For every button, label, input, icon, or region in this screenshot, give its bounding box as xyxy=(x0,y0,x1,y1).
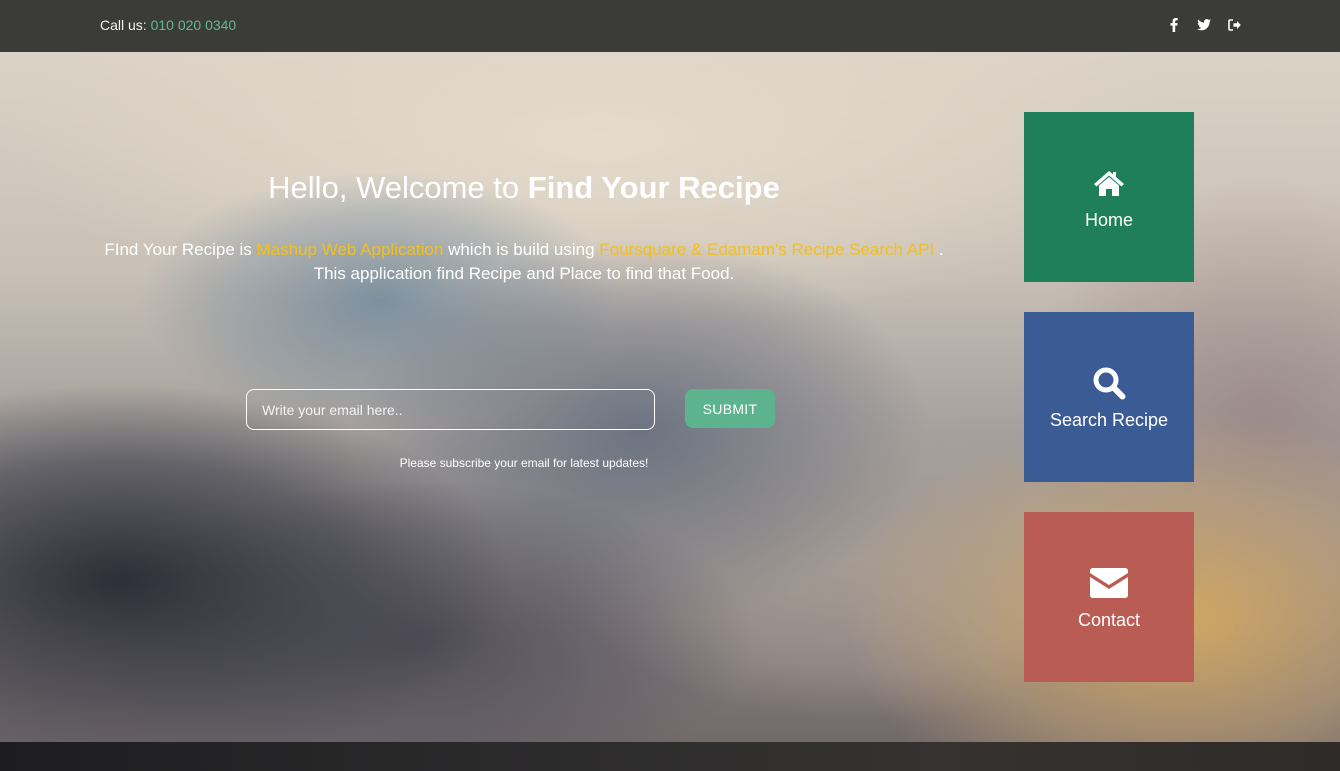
sign-out-icon[interactable] xyxy=(1226,16,1242,34)
tile-search-label: Search Recipe xyxy=(1049,409,1169,430)
page: Call us: 010 020 0340 Hello, Welcome to … xyxy=(0,0,1340,771)
tile-home-label: Home xyxy=(1084,209,1133,230)
hero-title: Hello, Welcome to Find Your Recipe xyxy=(110,170,938,206)
tile-search-recipe[interactable]: Search Recipe xyxy=(1024,312,1194,482)
tile-contact[interactable]: Contact xyxy=(1024,512,1194,682)
phone-number[interactable]: 010 020 0340 xyxy=(151,17,237,33)
call-label: Call us: xyxy=(100,17,147,33)
call-us: Call us: 010 020 0340 xyxy=(100,17,236,33)
tile-home[interactable]: Home xyxy=(1024,112,1194,282)
envelope-icon xyxy=(1090,564,1128,602)
twitter-icon[interactable] xyxy=(1196,16,1212,34)
tile-contact-label: Contact xyxy=(1077,609,1141,630)
subscribe-note: Please subscribe your email for latest u… xyxy=(399,456,649,470)
hero-title-bold: Find Your Recipe xyxy=(527,170,780,205)
social-links xyxy=(1166,16,1242,34)
desc-highlight-api: Foursquare & Edamam's Recipe Search API xyxy=(599,240,935,259)
desc-part2: which is build using xyxy=(443,240,600,259)
hero-description: FInd Your Recipe is Mashup Web Applicati… xyxy=(104,238,944,286)
desc-highlight-mashup: Mashup Web Application xyxy=(256,240,444,259)
search-icon xyxy=(1092,364,1126,402)
footer-band xyxy=(0,742,1340,771)
hero-title-prefix: Hello, Welcome to xyxy=(268,170,528,205)
email-input[interactable] xyxy=(246,389,655,430)
top-bar: Call us: 010 020 0340 xyxy=(0,0,1340,52)
home-icon xyxy=(1092,164,1126,202)
submit-button[interactable]: SUBMIT xyxy=(685,389,775,428)
facebook-icon[interactable] xyxy=(1166,16,1182,34)
desc-part1: FInd Your Recipe is xyxy=(104,240,257,259)
